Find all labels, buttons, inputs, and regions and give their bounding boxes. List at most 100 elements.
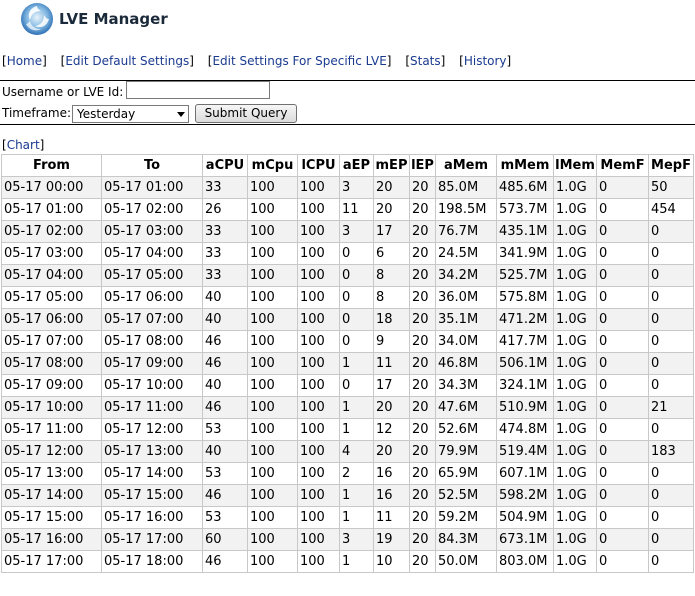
table-cell: 0 bbox=[648, 220, 694, 243]
table-cell: 05-17 08:00 bbox=[1, 352, 102, 375]
table-cell: 05-17 04:00 bbox=[101, 242, 203, 265]
table-cell: 05-17 02:00 bbox=[101, 198, 203, 221]
table-cell: 3 bbox=[339, 220, 374, 243]
table-cell: 100 bbox=[297, 440, 340, 463]
table-cell: 0 bbox=[596, 198, 649, 221]
table-cell: 26 bbox=[202, 198, 248, 221]
table-row: 05-17 08:00 05-17 09:00 46 100 100 1 11 20 46.8M… bbox=[1, 352, 694, 375]
nav-stats-link[interactable]: Stats bbox=[410, 54, 441, 68]
table-cell: 0 bbox=[648, 330, 694, 353]
table-cell: 0 bbox=[596, 352, 649, 375]
table-cell: 0 bbox=[596, 242, 649, 265]
table-cell: 9 bbox=[373, 330, 410, 353]
table-cell: 341.9M bbox=[496, 242, 554, 265]
table-cell: 100 bbox=[297, 506, 340, 529]
timeframe-row: Timeframe: Yesterday Submit Query bbox=[2, 104, 297, 123]
table-cell: 0 bbox=[596, 506, 649, 529]
table-cell: 100 bbox=[247, 308, 298, 331]
table-cell: 0 bbox=[648, 264, 694, 287]
table-cell: 2 bbox=[339, 462, 374, 485]
lve-logo-icon bbox=[21, 3, 53, 35]
table-cell: 46 bbox=[202, 396, 248, 419]
table-cell: 1.0G bbox=[553, 242, 597, 265]
table-cell: 100 bbox=[297, 330, 340, 353]
table-cell: 34.2M bbox=[435, 264, 497, 287]
table-cell: 0 bbox=[596, 286, 649, 309]
table-cell: 53 bbox=[202, 418, 248, 441]
table-cell: 100 bbox=[297, 484, 340, 507]
table-cell: 100 bbox=[247, 528, 298, 551]
table-cell: 05-17 12:00 bbox=[1, 440, 102, 463]
user-input[interactable] bbox=[126, 81, 270, 99]
table-cell: 100 bbox=[297, 396, 340, 419]
table-cell: 34.0M bbox=[435, 330, 497, 353]
column-header: From bbox=[1, 154, 102, 177]
table-cell: 20 bbox=[409, 462, 436, 485]
column-header: MemF bbox=[596, 154, 649, 177]
table-cell: 474.8M bbox=[496, 418, 554, 441]
table-row: 05-17 11:00 05-17 12:00 53 100 100 1 12 20 52.6M… bbox=[1, 418, 694, 441]
nav-edit-specific-lve-link[interactable]: Edit Settings For Specific LVE bbox=[212, 54, 386, 68]
table-cell: 0 bbox=[596, 418, 649, 441]
table-cell: 100 bbox=[297, 264, 340, 287]
table-cell: 0 bbox=[648, 550, 694, 573]
table-cell: 100 bbox=[247, 330, 298, 353]
timeframe-selected-value: Yesterday bbox=[77, 107, 136, 121]
table-cell: 36.0M bbox=[435, 286, 497, 309]
table-cell: 05-17 17:00 bbox=[101, 528, 203, 551]
table-cell: 1.0G bbox=[553, 462, 597, 485]
table-cell: 85.0M bbox=[435, 176, 497, 199]
table-cell: 100 bbox=[297, 198, 340, 221]
table-cell: 05-17 01:00 bbox=[1, 198, 102, 221]
table-cell: 100 bbox=[247, 286, 298, 309]
table-cell: 05-17 04:00 bbox=[1, 264, 102, 287]
table-cell: 53 bbox=[202, 506, 248, 529]
table-cell: 1.0G bbox=[553, 374, 597, 397]
table-row: 05-17 10:00 05-17 11:00 46 100 100 1 20 20 47.6M… bbox=[1, 396, 694, 419]
table-cell: 20 bbox=[409, 550, 436, 573]
chart-link-wrap: [Chart] bbox=[2, 138, 45, 152]
chart-link[interactable]: Chart bbox=[7, 138, 40, 152]
column-header: mCpu bbox=[247, 154, 298, 177]
table-cell: 100 bbox=[297, 462, 340, 485]
table-cell: 05-17 06:00 bbox=[101, 286, 203, 309]
table-cell: 20 bbox=[409, 242, 436, 265]
table-cell: 471.2M bbox=[496, 308, 554, 331]
nav-history-link[interactable]: History bbox=[464, 54, 507, 68]
table-cell: 100 bbox=[247, 418, 298, 441]
table-cell: 100 bbox=[247, 440, 298, 463]
table-cell: 100 bbox=[247, 484, 298, 507]
table-cell: 100 bbox=[297, 308, 340, 331]
table-cell: 100 bbox=[247, 242, 298, 265]
table-cell: 598.2M bbox=[496, 484, 554, 507]
table-cell: 0 bbox=[648, 352, 694, 375]
table-cell: 46 bbox=[202, 550, 248, 573]
table-cell: 1.0G bbox=[553, 308, 597, 331]
timeframe-select[interactable]: Yesterday bbox=[72, 105, 189, 123]
table-cell: 100 bbox=[247, 176, 298, 199]
nav-home-link[interactable]: Home bbox=[7, 54, 42, 68]
table-cell: 0 bbox=[596, 308, 649, 331]
table-cell: 1.0G bbox=[553, 264, 597, 287]
nav-edit-default-settings-link[interactable]: Edit Default Settings bbox=[65, 54, 189, 68]
table-cell: 0 bbox=[648, 418, 694, 441]
table-cell: 100 bbox=[247, 506, 298, 529]
table-row: 05-17 15:00 05-17 16:00 53 100 100 1 11 20 59.2M… bbox=[1, 506, 694, 529]
table-cell: 20 bbox=[409, 374, 436, 397]
header: LVE Manager bbox=[0, 0, 695, 42]
table-cell: 40 bbox=[202, 374, 248, 397]
table-cell: 05-17 01:00 bbox=[101, 176, 203, 199]
table-cell: 24.5M bbox=[435, 242, 497, 265]
table-cell: 100 bbox=[297, 418, 340, 441]
table-cell: 11 bbox=[339, 198, 374, 221]
column-header: lCPU bbox=[297, 154, 340, 177]
table-cell: 8 bbox=[373, 264, 410, 287]
table-cell: 20 bbox=[409, 418, 436, 441]
column-header: To bbox=[101, 154, 203, 177]
table-cell: 100 bbox=[247, 550, 298, 573]
table-cell: 525.7M bbox=[496, 264, 554, 287]
table-cell: 05-17 07:00 bbox=[1, 330, 102, 353]
table-row: 05-17 05:00 05-17 06:00 40 100 100 0 8 20 36.0M 5… bbox=[1, 286, 694, 309]
table-cell: 435.1M bbox=[496, 220, 554, 243]
submit-query-button[interactable]: Submit Query bbox=[195, 104, 297, 123]
